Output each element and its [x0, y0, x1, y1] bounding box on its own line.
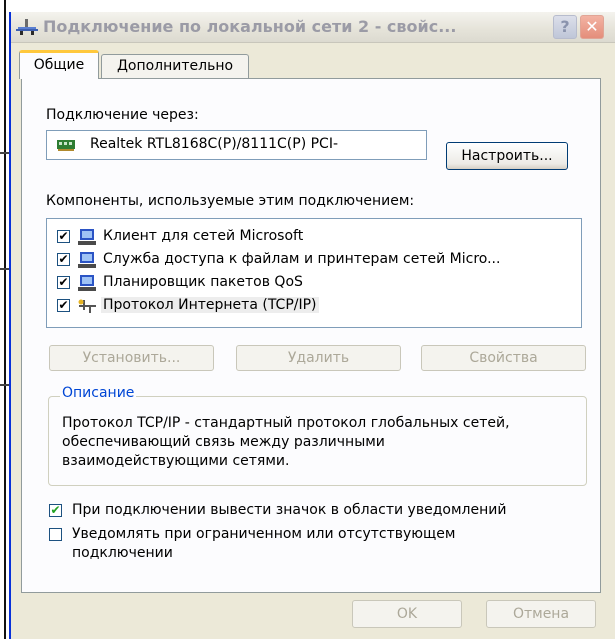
list-item[interactable]: ✔ Клиент для сетей Microsoft [47, 227, 577, 249]
list-item[interactable]: ✔ Планировщик пакетов QoS [47, 273, 577, 295]
notify-limited-option[interactable]: Уведомлять при ограниченном или отсутств… [49, 525, 589, 565]
title-bar[interactable]: Подключение по локальной сети 2 - свойс.… [11, 12, 615, 43]
cancel-button[interactable]: Отмена [486, 600, 596, 628]
background-window-edge [0, 0, 9, 639]
uninstall-button[interactable]: Удалить [236, 345, 401, 371]
network-connection-icon [16, 19, 38, 35]
properties-button[interactable]: Свойства [421, 345, 586, 371]
network-adapter-icon [57, 140, 75, 151]
components-label: Компоненты, используемые этим подключени… [46, 193, 415, 209]
components-list[interactable]: ✔ Клиент для сетей Microsoft ✔ Служба до… [46, 218, 582, 328]
component-label: Клиент для сетей Microsoft [103, 228, 304, 244]
component-label: Протокол Интернета (TCP/IP) [101, 297, 319, 313]
close-button[interactable]: ✕ [580, 15, 604, 39]
network-service-icon [78, 252, 96, 268]
window-title: Подключение по локальной сети 2 - свойс.… [43, 17, 457, 36]
edge-mark [0, 152, 9, 154]
adapter-name: Realtek RTL8168C(P)/8111C(P) PCI- [90, 136, 339, 152]
component-checkbox[interactable]: ✔ [57, 253, 70, 266]
protocol-icon [78, 299, 96, 313]
list-item[interactable]: ✔ Протокол Интернета (TCP/IP) [47, 296, 577, 318]
tab-general[interactable]: Общие [19, 50, 99, 79]
component-checkbox[interactable]: ✔ [57, 299, 70, 312]
list-item[interactable]: ✔ Служба доступа к файлам и принтерам се… [47, 250, 577, 272]
component-label: Планировщик пакетов QoS [103, 274, 303, 290]
edge-line [4, 0, 6, 639]
connect-using-label: Подключение через: [46, 107, 199, 123]
edge-mark [0, 384, 9, 386]
help-button[interactable]: ? [553, 15, 577, 39]
component-checkbox[interactable]: ✔ [57, 276, 70, 289]
component-checkbox[interactable]: ✔ [57, 230, 70, 243]
network-service-icon [78, 275, 96, 291]
ok-button[interactable]: OK [352, 600, 462, 628]
configure-button[interactable]: Настроить... [446, 142, 568, 170]
show-tray-icon-label: При подключении вывести значок в области… [72, 502, 507, 518]
description-title: Описание [60, 385, 137, 401]
notify-limited-checkbox[interactable] [49, 528, 62, 541]
description-text: Протокол TCP/IP - стандартный протокол г… [62, 415, 510, 469]
network-client-icon [78, 229, 96, 245]
install-button[interactable]: Установить... [49, 345, 214, 371]
show-tray-icon-option[interactable]: ✔ При подключении вывести значок в облас… [49, 501, 589, 523]
component-label: Служба доступа к файлам и принтерам сете… [103, 251, 501, 267]
adapter-field: Realtek RTL8168C(P)/8111C(P) PCI- [46, 130, 427, 160]
show-tray-icon-checkbox[interactable]: ✔ [49, 504, 62, 517]
tab-advanced[interactable]: Дополнительно [101, 54, 249, 78]
edge-mark [0, 268, 9, 270]
notify-limited-label: Уведомлять при ограниченном или отсутств… [72, 526, 456, 561]
